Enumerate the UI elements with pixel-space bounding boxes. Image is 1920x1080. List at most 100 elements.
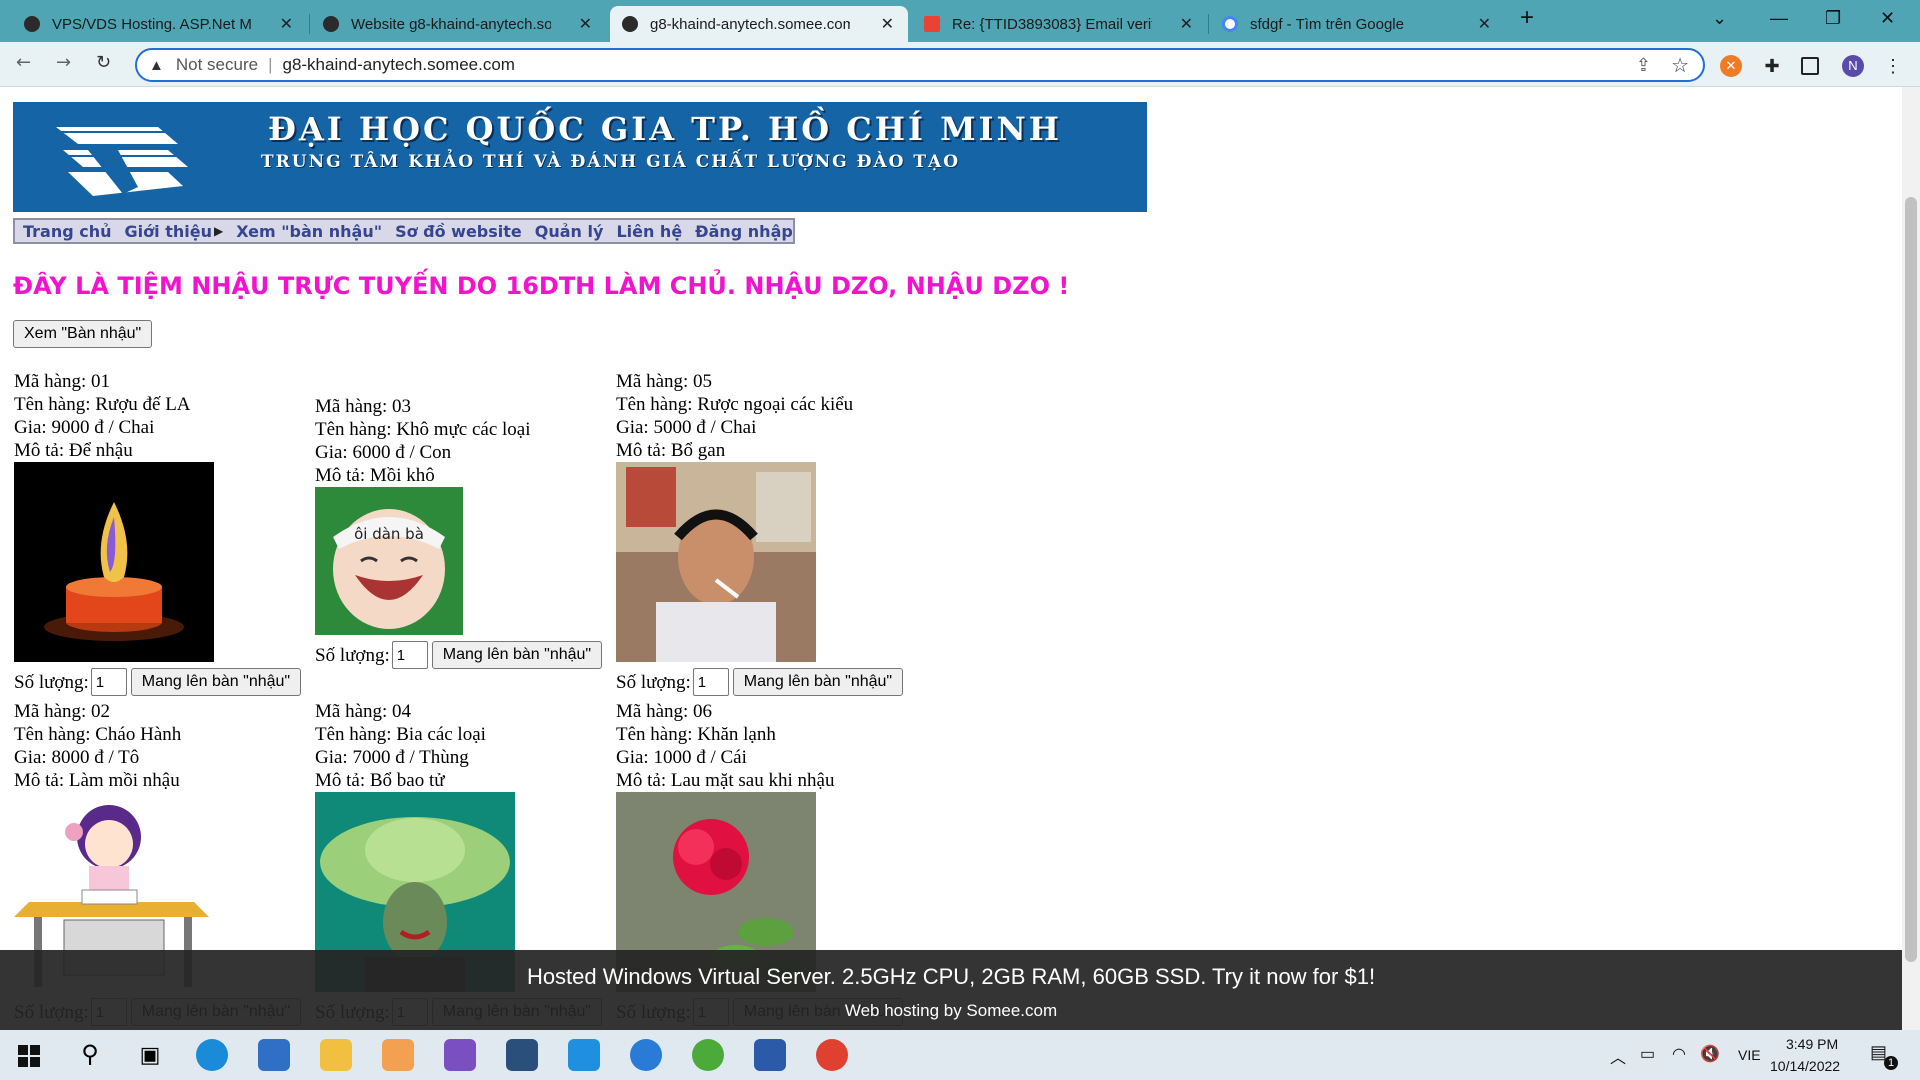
product-price: Gia: 8000 đ / Tô — [14, 747, 140, 768]
file-explorer-icon[interactable] — [320, 1039, 352, 1071]
wifi-icon[interactable]: ◠ — [1672, 1044, 1686, 1064]
reload-icon[interactable]: ↻ — [96, 52, 111, 73]
edge-icon[interactable] — [196, 1039, 228, 1071]
tab-website-somee[interactable]: Website g8-khaind-anytech.somee ✕ — [311, 6, 606, 42]
windows-start-icon[interactable] — [14, 1039, 46, 1071]
green-app-icon[interactable] — [692, 1039, 724, 1071]
snipping-tool-icon[interactable] — [382, 1039, 414, 1071]
tab-vps-hosting[interactable]: VPS/VDS Hosting. ASP.Net MVC ✕ — [12, 6, 307, 42]
menu-kebab-icon[interactable]: ⋮ — [1882, 55, 1904, 77]
language-indicator[interactable]: VIE — [1738, 1047, 1761, 1063]
quantity-row: Số lượng: Mang lên bàn "nhậu" — [14, 668, 302, 696]
product-name: Tên hàng: Rượu đế LA — [14, 394, 191, 415]
product-image-candle — [14, 462, 214, 662]
close-window-icon[interactable]: ✕ — [1880, 8, 1895, 29]
tab-search-chevron-icon[interactable]: ⌄ — [1712, 8, 1727, 29]
tab-gmail[interactable]: Re: {TTID3893083} Email verificat ✕ — [912, 6, 1207, 42]
add-to-table-button[interactable]: Mang lên bàn "nhậu" — [732, 668, 904, 696]
product-code: Mã hàng: 01 — [14, 371, 111, 392]
new-tab-icon[interactable]: + — [1520, 4, 1534, 32]
scrollbar-thumb[interactable] — [1905, 197, 1917, 962]
page-scrollbar[interactable] — [1902, 87, 1920, 1030]
close-tab-icon[interactable]: ✕ — [1478, 14, 1491, 34]
gmail-icon — [924, 16, 940, 32]
add-to-table-button[interactable]: Mang lên bàn "nhậu" — [431, 641, 603, 669]
bookmark-star-icon[interactable]: ☆ — [1671, 53, 1689, 78]
battery-icon[interactable]: ▭ — [1640, 1044, 1655, 1064]
side-panel-icon[interactable] — [1801, 57, 1819, 75]
tab-active-site[interactable]: g8-khaind-anytech.somee.com ✕ — [610, 6, 908, 42]
close-tab-icon[interactable]: ✕ — [881, 14, 894, 34]
tab-divider — [1208, 14, 1209, 34]
tab-google-search[interactable]: sfdgf - Tìm trên Google ✕ — [1210, 6, 1505, 42]
page-viewport: ĐẠI HỌC QUỐC GIA TP. HỒ CHÍ MINH TRUNG T… — [0, 87, 1902, 1030]
puzzle-icon[interactable]: ✚ — [1761, 55, 1783, 77]
menu-item-home[interactable]: Trang chủ — [23, 222, 112, 241]
quantity-input[interactable] — [90, 668, 127, 696]
close-tab-icon[interactable]: ✕ — [1180, 14, 1193, 34]
windows-taskbar: ⚲ ▣ ︿ ▭ ◠ 🔇 VIE 3:49 PM 10/14/2022 ▤ 1 — [0, 1030, 1920, 1080]
product-code: Mã hàng: 03 — [315, 396, 412, 417]
search-icon[interactable]: ⚲ — [74, 1039, 106, 1071]
product-description: Mô tả: Lau mặt sau khi nhậu — [616, 770, 835, 791]
menu-item-manage[interactable]: Quản lý — [535, 222, 604, 241]
google-icon — [1222, 16, 1238, 32]
quantity-label: Số lượng: — [616, 671, 691, 693]
svg-text:ôi dàn bà: ôi dàn bà — [354, 525, 424, 543]
globe-icon — [24, 16, 40, 32]
product-price: Gia: 7000 đ / Thùng — [315, 747, 469, 768]
minimize-icon[interactable]: — — [1770, 8, 1788, 29]
close-tab-icon[interactable]: ✕ — [579, 14, 592, 34]
volume-icon[interactable]: 🔇 — [1700, 1044, 1720, 1064]
chrome-icon[interactable] — [816, 1039, 848, 1071]
product-name: Tên hàng: Rược ngoại các kiểu — [616, 394, 854, 415]
menu-item-view-table[interactable]: Xem "bàn nhậu" — [236, 222, 382, 241]
restore-icon[interactable]: ❐ — [1825, 8, 1841, 29]
quantity-input[interactable] — [391, 641, 428, 669]
clock-date[interactable]: 10/14/2022 — [1770, 1058, 1840, 1074]
close-tab-icon[interactable]: ✕ — [280, 14, 293, 34]
main-menu: Trang chủ Giới thiệu ▶ Xem "bàn nhậu" Sơ… — [13, 218, 795, 244]
product-name: Tên hàng: Khô mực các loại — [315, 419, 531, 440]
profile-avatar[interactable]: N — [1842, 55, 1864, 77]
forward-icon[interactable]: → — [56, 52, 71, 73]
share-icon[interactable]: ⇪ — [1636, 55, 1651, 76]
university-banner: ĐẠI HỌC QUỐC GIA TP. HỒ CHÍ MINH TRUNG T… — [13, 102, 1147, 212]
task-view-icon[interactable]: ▣ — [134, 1039, 166, 1071]
menu-item-about[interactable]: Giới thiệu — [125, 222, 212, 241]
clock-time[interactable]: 3:49 PM — [1786, 1036, 1838, 1052]
warning-icon: ▲ — [149, 56, 164, 74]
maps-icon[interactable] — [630, 1039, 662, 1071]
product-description: Mô tả: Bổ bao tử — [315, 770, 445, 791]
quantity-input[interactable] — [692, 668, 729, 696]
product-price: Gia: 5000 đ / Chai — [616, 417, 757, 438]
product-price: Gia: 6000 đ / Con — [315, 442, 452, 463]
product-item-05: Mã hàng: 05 Tên hàng: Rược ngoại các kiể… — [616, 370, 904, 696]
vscode-icon[interactable] — [568, 1039, 600, 1071]
view-table-button[interactable]: Xem "Bàn nhậu" — [13, 320, 153, 348]
word-icon[interactable] — [754, 1039, 786, 1071]
address-bar[interactable]: ▲ Not secure | g8-khaind-anytech.somee.c… — [135, 48, 1705, 82]
product-price: Gia: 1000 đ / Cái — [616, 747, 747, 768]
menu-item-login[interactable]: Đăng nhập — [695, 222, 793, 241]
product-price: Gia: 9000 đ / Chai — [14, 417, 155, 438]
menu-item-contact[interactable]: Liên hệ — [616, 222, 682, 241]
globe-icon — [622, 16, 638, 32]
back-icon[interactable]: ← — [16, 52, 31, 73]
url-text[interactable]: g8-khaind-anytech.somee.com — [282, 55, 514, 75]
extension-icon[interactable]: ✕ — [1720, 55, 1742, 77]
submenu-arrow-icon: ▶ — [213, 224, 224, 238]
visual-studio-icon[interactable] — [444, 1039, 476, 1071]
banner-subtitle: TRUNG TÂM KHẢO THÍ VÀ ĐÁNH GIÁ CHẤT LƯỢN… — [261, 152, 961, 172]
product-code: Mã hàng: 06 — [616, 701, 713, 722]
store-icon[interactable] — [258, 1039, 290, 1071]
page-headline: ĐÂY LÀ TIỆM NHẬU TRỰC TUYẾN DO 16DTH LÀM… — [13, 272, 1070, 300]
menu-item-sitemap[interactable]: Sơ đồ website — [395, 222, 522, 241]
product-item-03: Mã hàng: 03 Tên hàng: Khô mực các loại G… — [315, 395, 603, 669]
address-divider: | — [268, 55, 273, 74]
sql-server-icon[interactable] — [506, 1039, 538, 1071]
hosting-credit-link[interactable]: Web hosting by Somee.com — [0, 1001, 1902, 1021]
add-to-table-button[interactable]: Mang lên bàn "nhậu" — [130, 668, 302, 696]
tray-chevron-icon[interactable]: ︿ — [1610, 1044, 1626, 1068]
hosting-ad-link[interactable]: Hosted Windows Virtual Server. 2.5GHz CP… — [0, 964, 1902, 990]
